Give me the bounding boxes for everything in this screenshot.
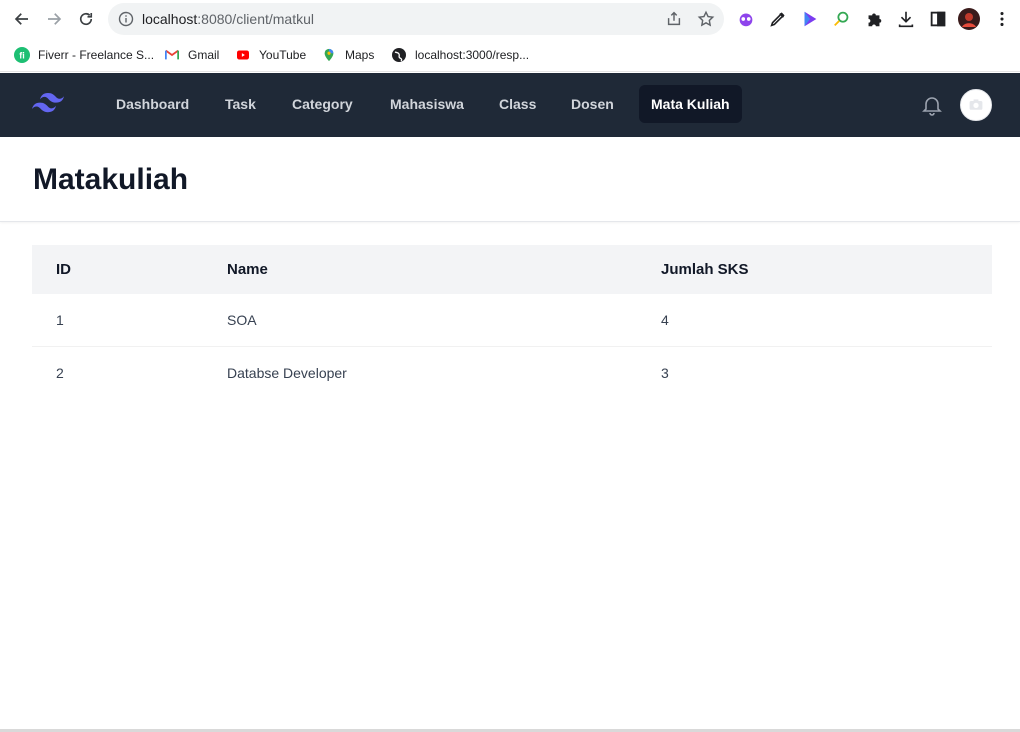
extension-pen-icon[interactable] [767, 8, 789, 30]
column-header-name: Name [227, 261, 268, 278]
browser-toolbar: localhost:8080/client/matkul [0, 0, 1020, 38]
table-row: 2 Databse Developer 3 [32, 347, 992, 400]
gmail-icon [164, 47, 180, 63]
bookmark-label: Maps [345, 48, 375, 62]
camera-icon [969, 99, 983, 110]
extensions-puzzle-icon[interactable] [863, 8, 885, 30]
arrow-left-icon [14, 13, 28, 25]
bookmark-localhost[interactable]: localhost:3000/resp... [391, 45, 529, 65]
url-path: :8080/client/matkul [197, 11, 314, 27]
cell-jumlah-sks: 3 [661, 365, 669, 381]
bookmark-fiverr[interactable]: fi Fiverr - Freelance S... [14, 45, 154, 65]
extension-search-icon[interactable] [831, 8, 853, 30]
bookmark-gmail[interactable]: Gmail [164, 45, 219, 65]
bookmark-label: localhost:3000/resp... [415, 48, 530, 62]
table-row: 1 SOA 4 [32, 294, 992, 347]
column-header-id: ID [56, 261, 71, 278]
maps-icon [321, 47, 337, 63]
cell-jumlah-sks: 4 [661, 312, 669, 328]
youtube-icon [235, 47, 251, 63]
user-avatar[interactable] [960, 89, 992, 121]
page-title: Matakuliah [33, 163, 189, 196]
cell-name: SOA [227, 312, 257, 328]
bookmark-youtube[interactable]: YouTube [235, 45, 306, 65]
cell-id: 1 [56, 312, 64, 328]
notification-bell-icon[interactable] [920, 93, 944, 117]
forward-button[interactable] [40, 5, 68, 33]
bookmark-label: YouTube [259, 48, 307, 62]
url-text[interactable]: localhost:8080/client/matkul [142, 3, 314, 35]
nav-dashboard[interactable]: Dashboard [104, 85, 201, 123]
bookmark-label: Gmail [188, 48, 220, 62]
address-bar[interactable]: localhost:8080/client/matkul [108, 3, 724, 35]
back-button[interactable] [8, 5, 36, 33]
bookmarks-bar: fi Fiverr - Freelance S... Gmail YouTube… [0, 38, 1020, 72]
nav-category[interactable]: Category [280, 85, 365, 123]
svg-text:fi: fi [19, 51, 25, 61]
bookmark-maps[interactable]: Maps [321, 45, 374, 65]
top-navbar: Dashboard Task Category Mahasiswa Class … [0, 73, 1020, 137]
nav-mata-kuliah[interactable]: Mata Kuliah [639, 85, 742, 123]
nav-mahasiswa[interactable]: Mahasiswa [378, 85, 476, 123]
reload-button[interactable] [72, 5, 100, 33]
url-host: localhost [142, 11, 198, 27]
page-header: Matakuliah [0, 137, 1020, 222]
bookmark-star-icon[interactable] [696, 9, 716, 29]
nav-task[interactable]: Task [213, 85, 268, 123]
info-icon[interactable] [118, 11, 134, 27]
nav-dosen[interactable]: Dosen [559, 85, 626, 123]
table-header: ID Name Jumlah SKS [32, 245, 992, 294]
reload-icon [79, 12, 93, 26]
column-header-jumlah-sks: Jumlah SKS [661, 261, 749, 278]
matakuliah-table: ID Name Jumlah SKS 1 SOA 4 2 Databse Dev… [32, 245, 992, 400]
fiverr-icon: fi [14, 47, 30, 63]
extension-owl-icon[interactable] [735, 8, 757, 30]
cell-name: Databse Developer [227, 365, 347, 381]
profile-avatar-icon[interactable] [958, 8, 980, 30]
bookmark-label: Fiverr - Freelance S... [38, 48, 155, 62]
side-panel-icon[interactable] [927, 8, 949, 30]
nav-class[interactable]: Class [487, 85, 548, 123]
arrow-right-icon [48, 13, 62, 25]
cell-id: 2 [56, 365, 64, 381]
globe-icon [391, 47, 407, 63]
tailwind-logo-icon[interactable] [32, 93, 64, 117]
share-icon[interactable] [664, 9, 684, 29]
kebab-menu-icon[interactable] [991, 8, 1013, 30]
download-icon[interactable] [895, 8, 917, 30]
extension-play-icon[interactable] [799, 8, 821, 30]
